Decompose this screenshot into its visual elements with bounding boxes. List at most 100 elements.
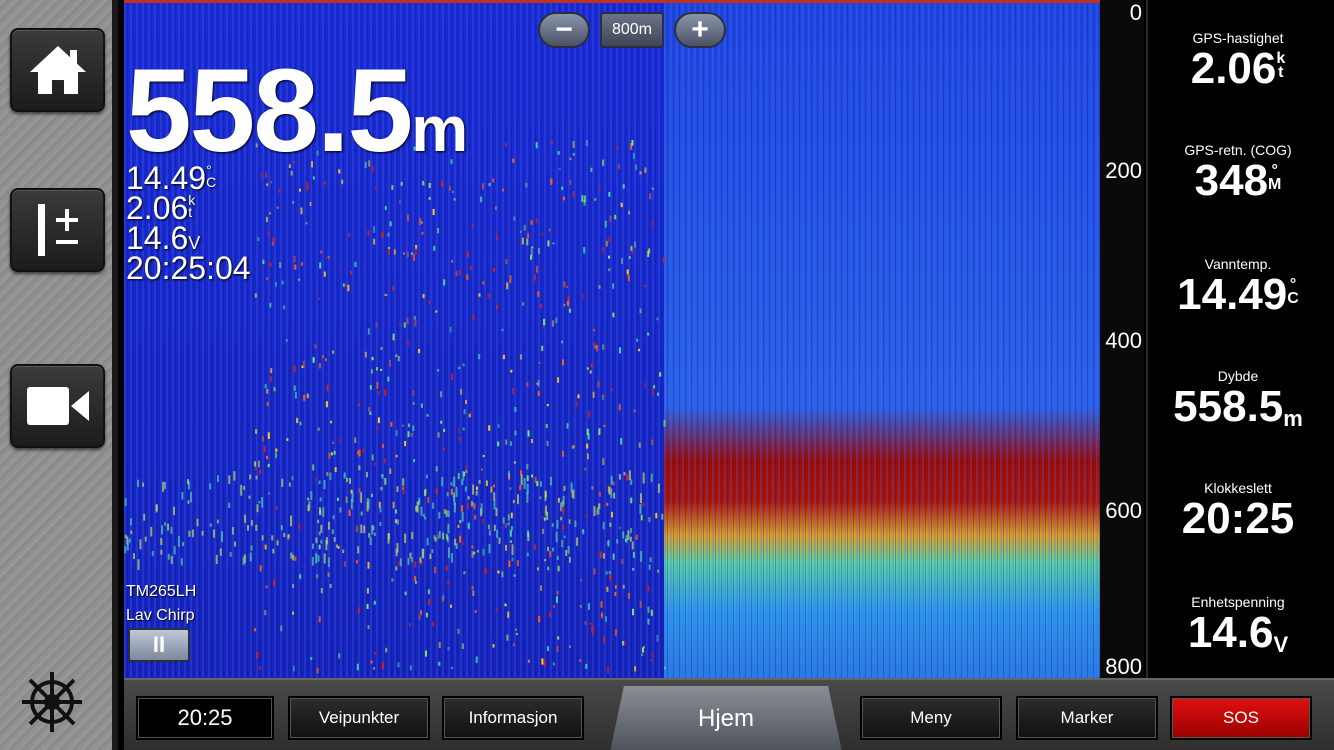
sonar-echo-speckle: [463, 571, 466, 575]
sonar-echo-speckle: [557, 565, 560, 572]
sonar-echo-speckle: [397, 560, 400, 566]
sonar-echo-speckle: [568, 308, 571, 313]
sonar-echo-speckle: [442, 532, 445, 540]
sonar-echo-speckle: [562, 450, 564, 457]
sonar-echo-speckle: [380, 486, 383, 491]
sonar-echo-speckle: [413, 254, 416, 262]
sonar-echo-speckle: [221, 531, 223, 543]
sonar-echo-speckle: [648, 517, 651, 523]
sonar-echo-speckle: [292, 583, 295, 588]
sonar-echo-speckle: [387, 533, 390, 544]
sonar-echo-speckle: [375, 322, 378, 328]
sonar-echo-speckle: [546, 440, 549, 447]
sonar-echo-speckle: [327, 256, 330, 259]
sonar-echo-speckle: [538, 361, 541, 364]
sonar-echo-speckle: [167, 523, 170, 531]
sonar-echo-speckle: [170, 555, 173, 564]
sonar-echo-speckle: [343, 561, 346, 567]
sonar-echo-speckle: [137, 559, 140, 571]
sonar-echo-speckle: [182, 541, 184, 547]
sonar-echo-speckle: [647, 618, 650, 625]
sonar-echo-speckle: [621, 258, 623, 264]
sonar-echo-speckle: [662, 257, 665, 263]
sonar-echo-speckle: [547, 566, 550, 571]
sonar-echo-speckle: [478, 479, 481, 484]
sonar-echo-speckle: [371, 524, 374, 535]
camera-button[interactable]: [10, 364, 105, 448]
sonar-echo-speckle: [608, 571, 611, 575]
sonar-echo-speckle: [627, 530, 630, 540]
sonar-echo-speckle: [243, 554, 246, 564]
sonar-echo-speckle: [392, 501, 395, 509]
sonar-echo-speckle: [264, 383, 267, 389]
data-fields-panel[interactable]: GPS-hastighet 2.06 k t GPS-retn. (COG) 348…: [1146, 0, 1326, 678]
sos-button[interactable]: SOS: [1170, 696, 1312, 740]
sonar-echo-speckle: [627, 593, 630, 599]
sonar-echo-speckle: [628, 256, 631, 259]
zoom-out-button[interactable]: −: [538, 12, 590, 48]
sonar-echo-speckle: [616, 539, 619, 544]
sonar-echo-speckle: [201, 530, 204, 536]
sonar-echo-speckle: [618, 404, 621, 411]
sonar-echo-speckle: [453, 502, 456, 506]
sonar-echo-speckle: [333, 450, 336, 455]
sonar-echo-speckle: [275, 448, 278, 452]
sonar-echo-speckle: [418, 615, 421, 620]
sonar-echo-speckle: [471, 223, 474, 229]
sonar-echo-speckle: [622, 531, 625, 539]
sonar-echo-speckle: [292, 201, 295, 204]
device-voltage-field[interactable]: Enhetspenning 14.6V: [1148, 594, 1328, 656]
sonar-echo-speckle: [261, 496, 264, 508]
sonar-echo-speckle: [264, 610, 267, 616]
ship-wheel-icon[interactable]: [20, 670, 84, 734]
sonar-echo-speckle: [406, 251, 409, 258]
sonar-echo-speckle: [544, 559, 547, 562]
clock-field[interactable]: Klokkeslett 20:25: [1148, 480, 1328, 542]
range-adjust-button[interactable]: [10, 188, 105, 272]
sonar-echo-speckle: [589, 622, 592, 625]
home-tab-button[interactable]: Hjem: [610, 686, 842, 750]
sonar-echo-speckle: [507, 514, 510, 521]
sonar-echo-speckle: [366, 502, 369, 512]
sonar-echo-speckle: [652, 221, 654, 226]
menu-button[interactable]: Meny: [860, 696, 1002, 740]
sonar-echo-speckle: [311, 557, 314, 566]
sonar-echo-speckle: [233, 471, 236, 481]
sonar-echo-speckle: [269, 262, 272, 268]
sonar-echo-speckle: [626, 474, 629, 481]
waypoints-button[interactable]: Veipunkter: [288, 696, 430, 740]
sonar-echo-speckle: [482, 455, 485, 458]
sonar-echo-speckle: [387, 249, 390, 255]
sonar-echo-speckle: [263, 446, 266, 453]
sonar-echo-speckle: [244, 514, 247, 523]
sonar-echo-speckle: [270, 368, 273, 374]
zoom-in-button[interactable]: +: [674, 12, 726, 48]
mark-button[interactable]: Marker: [1016, 696, 1158, 740]
depth-field[interactable]: Dybde 558.5m: [1148, 368, 1328, 430]
sonar-echo-speckle: [397, 662, 400, 668]
sonar-echo-speckle: [124, 546, 127, 554]
sonar-echo-speckle: [347, 284, 350, 292]
pause-button[interactable]: II: [128, 628, 190, 662]
sonar-echo-speckle: [281, 478, 284, 487]
sonar-echo-speckle: [632, 608, 634, 616]
gps-speed-field[interactable]: GPS-hastighet 2.06 k t: [1148, 30, 1328, 92]
info-button[interactable]: Informasjon: [442, 696, 584, 740]
sonar-echo-speckle: [509, 279, 512, 284]
sonar-echo-speckle: [506, 282, 509, 290]
sonar-echo-speckle: [294, 391, 297, 399]
sonar-echo-speckle: [545, 505, 548, 516]
home-button[interactable]: [10, 28, 105, 112]
sonar-echo-speckle: [414, 319, 417, 327]
sonar-echo-speckle: [526, 475, 529, 481]
cog-field[interactable]: GPS-retn. (COG) 348 ° M: [1148, 142, 1328, 204]
sonar-echo-speckle: [611, 511, 613, 518]
sonar-echo-speckle: [309, 202, 312, 206]
sonar-echo-speckle: [527, 430, 530, 437]
sonar-echo-speckle: [382, 444, 385, 448]
sonar-echo-speckle: [216, 519, 219, 524]
water-temp-field[interactable]: Vanntemp. 14.49 ° C: [1148, 256, 1328, 318]
sonar-echo-speckle: [493, 267, 496, 272]
video-camera-icon: [26, 387, 89, 425]
sonar-echo-speckle: [639, 601, 642, 608]
